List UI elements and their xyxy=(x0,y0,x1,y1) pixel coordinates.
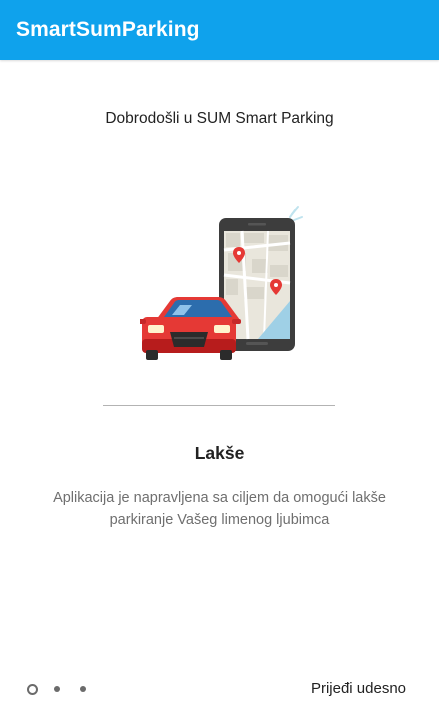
page-dot-active[interactable] xyxy=(27,683,38,695)
car-phone-illustration xyxy=(137,206,303,360)
page-indicator xyxy=(27,683,86,695)
feature-description: Aplikacija je napravljena sa ciljem da o… xyxy=(53,490,386,528)
next-button[interactable]: Prijeđi udesno xyxy=(311,680,406,697)
app-bar: SmartSumParking xyxy=(0,0,439,60)
onboarding-illustration xyxy=(137,205,310,365)
car-icon xyxy=(137,297,241,360)
feature-title: Lakše xyxy=(194,443,245,463)
divider xyxy=(103,405,335,406)
welcome-heading: Dobrodošli u SUM Smart Parking xyxy=(105,110,334,127)
page-dot[interactable] xyxy=(54,686,60,692)
page-dot[interactable] xyxy=(80,686,86,692)
signal-icon xyxy=(289,206,303,221)
app-title: SmartSumParking xyxy=(16,18,200,41)
